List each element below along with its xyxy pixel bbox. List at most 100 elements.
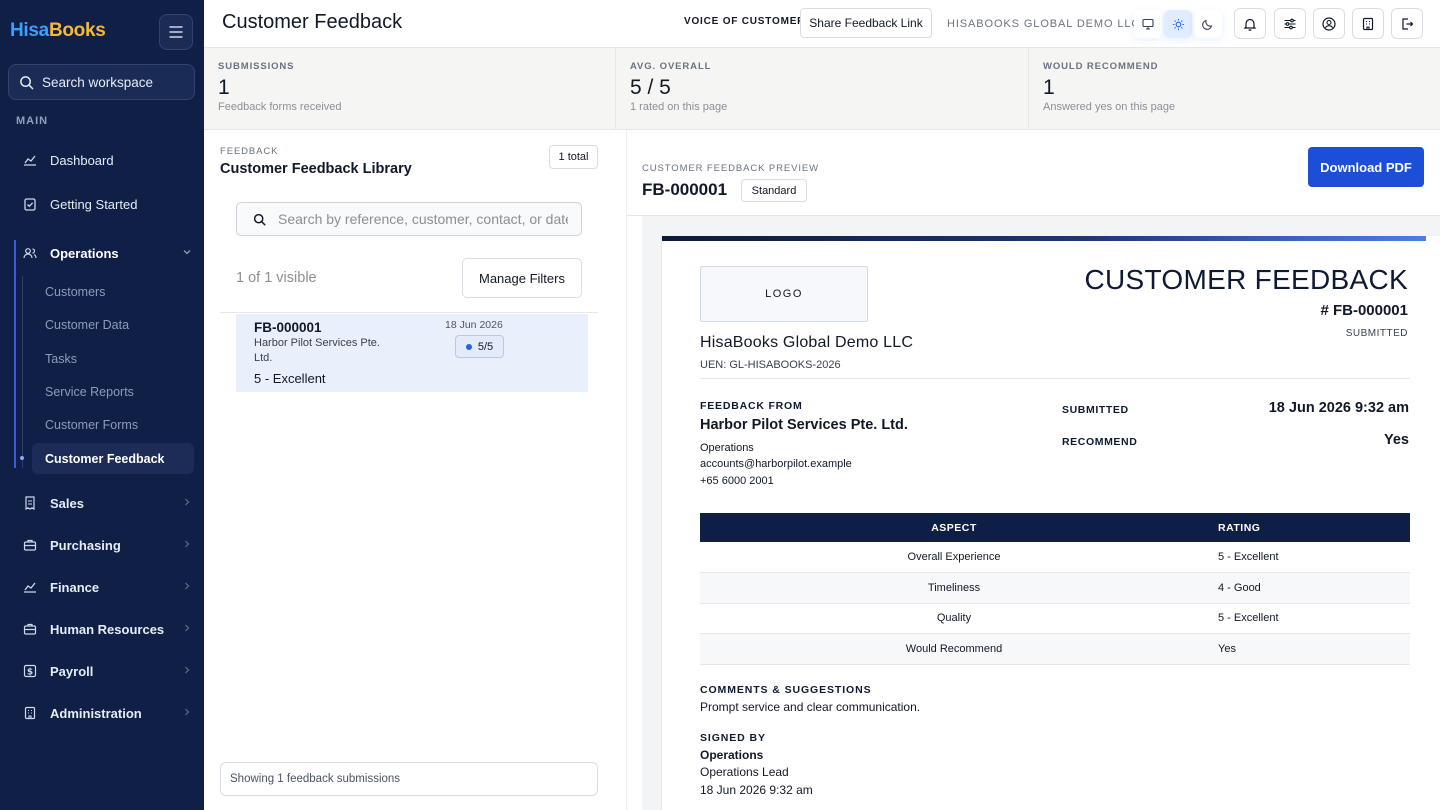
document-uen: UEN: GL-HISABOOKS-2026	[700, 359, 841, 371]
row-rating-pill: 5/5	[455, 335, 504, 358]
sidebar-sub-customers[interactable]: Customers	[45, 285, 105, 299]
preview-kicker: CUSTOMER FEEDBACK PREVIEW	[642, 163, 819, 174]
signed-by-name: Operations	[700, 748, 764, 762]
visible-count: 1 of 1 visible	[236, 270, 317, 286]
settings-sliders-button[interactable]	[1274, 8, 1306, 39]
recommend-label: RECOMMEND	[1062, 436, 1138, 448]
theme-system-button[interactable]	[1134, 10, 1162, 38]
chart-line-icon	[22, 152, 38, 168]
feedback-from-name: Harbor Pilot Services Pte. Ltd.	[700, 417, 908, 433]
share-feedback-link-button[interactable]: Share Feedback Link	[800, 8, 932, 38]
submenu-line	[22, 276, 23, 468]
submitted-label: SUBMITTED	[1062, 404, 1129, 416]
sidebar-item-payroll[interactable]: $ Payroll	[22, 653, 200, 689]
operations-active-indicator	[14, 240, 16, 468]
sidebar-sub-tasks[interactable]: Tasks	[45, 352, 77, 366]
feedback-from-email: accounts@harborpilot.example	[700, 458, 852, 470]
chevron-down-icon	[183, 250, 191, 255]
sidebar-item-finance[interactable]: Finance	[22, 569, 200, 605]
chevron-right-icon	[185, 582, 190, 590]
receipt-icon	[22, 495, 38, 511]
row-customer: Harbor Pilot Services Pte. Ltd.	[254, 337, 380, 364]
feedback-document: LOGO CUSTOMER FEEDBACK # FB-000001 SUBMI…	[661, 236, 1440, 810]
stats-strip: SUBMISSIONS 1 Feedback forms received AV…	[204, 48, 1440, 130]
search-icon	[20, 75, 34, 89]
comments-text: Prompt service and clear communication.	[700, 700, 921, 714]
download-pdf-button[interactable]: Download PDF	[1308, 147, 1424, 187]
document-number: # FB-000001	[1320, 302, 1408, 319]
chevron-right-icon	[185, 708, 190, 716]
table-row: Timeliness 4 - Good	[700, 572, 1410, 604]
sidebar-toggle-button[interactable]	[159, 14, 193, 50]
row-date: 18 Jun 2026	[445, 319, 503, 331]
stat-avg-overall: AVG. OVERALL 5 / 5 1 rated on this page	[630, 61, 728, 113]
chevron-right-icon	[185, 624, 190, 632]
sidebar-item-sales[interactable]: Sales	[22, 485, 200, 521]
total-badge: 1 total	[549, 145, 598, 169]
theme-switcher	[1134, 10, 1222, 38]
sidebar-sub-service-reports[interactable]: Service Reports	[45, 385, 134, 399]
document-status: SUBMITTED	[1345, 328, 1408, 339]
briefcase-icon	[22, 537, 38, 553]
notifications-button[interactable]	[1234, 8, 1266, 39]
sidebar: HisaBooks Search workspace MAIN Dashboar…	[0, 0, 204, 810]
document-heading: CUSTOMER FEEDBACK	[1084, 264, 1408, 295]
company-name: HISABOOKS GLOBAL DEMO LLC	[947, 18, 1141, 30]
signed-by-date: 18 Jun 2026 9:32 am	[700, 783, 813, 797]
building-icon	[22, 705, 38, 721]
sun-icon	[1172, 18, 1184, 30]
sidebar-item-getting-started[interactable]: Getting Started	[22, 186, 200, 222]
theme-dark-button[interactable]	[1194, 10, 1222, 38]
company-button[interactable]	[1352, 8, 1384, 39]
sidebar-item-operations[interactable]: Operations	[22, 235, 200, 271]
top-bar: Customer Feedback VOICE OF CUSTOMER Shar…	[204, 0, 1440, 48]
table-row: Overall Experience 5 - Excellent	[700, 542, 1410, 573]
library-footer: Showing 1 feedback submissions	[220, 762, 598, 796]
section-label-main: MAIN	[16, 115, 49, 127]
sidebar-item-human-resources[interactable]: Human Resources	[22, 611, 200, 647]
document-accent-bar	[662, 236, 1426, 241]
sidebar-item-administration[interactable]: Administration	[22, 695, 200, 731]
sidebar-sub-customer-data[interactable]: Customer Data	[45, 318, 129, 332]
manage-filters-button[interactable]: Manage Filters	[462, 258, 582, 298]
company-logo-placeholder: LOGO	[700, 266, 868, 322]
app-logo[interactable]: HisaBooks	[10, 20, 106, 42]
svg-text:$: $	[27, 668, 33, 678]
user-circle-icon	[1322, 16, 1336, 31]
template-badge: Standard	[741, 179, 807, 202]
document-company: HisaBooks Global Demo LLC	[700, 334, 914, 351]
table-row: Would Recommend Yes	[700, 633, 1410, 665]
sidebar-item-dashboard[interactable]: Dashboard	[22, 142, 200, 178]
feedback-from-label: FEEDBACK FROM	[700, 400, 803, 412]
chart-line-icon	[22, 579, 38, 595]
recommend-value: Yes	[1384, 432, 1409, 448]
library-search[interactable]	[236, 202, 582, 236]
dollar-icon: $	[22, 663, 38, 679]
chevron-right-icon	[185, 666, 190, 674]
chevron-right-icon	[185, 540, 190, 548]
library-title: Customer Feedback Library	[220, 161, 412, 177]
users-icon	[22, 245, 38, 261]
building-icon	[1362, 17, 1374, 30]
feedback-from-dept: Operations	[700, 442, 754, 454]
sidebar-sub-customer-forms[interactable]: Customer Forms	[45, 418, 138, 432]
theme-light-button[interactable]	[1164, 10, 1192, 38]
sidebar-sub-customer-feedback[interactable]: Customer Feedback	[32, 443, 194, 474]
sliders-icon	[1284, 18, 1296, 29]
feedback-from-phone: +65 6000 2001	[700, 475, 774, 487]
profile-button[interactable]	[1313, 8, 1345, 39]
panel-divider	[626, 130, 627, 810]
logout-button[interactable]	[1391, 8, 1423, 39]
moon-icon	[1202, 19, 1213, 30]
rating-dot-icon	[465, 343, 472, 350]
table-header-rating: RATING	[1208, 513, 1410, 542]
sidebar-item-purchasing[interactable]: Purchasing	[22, 527, 200, 563]
library-search-input[interactable]	[278, 211, 568, 227]
feedback-row[interactable]: FB-000001 Harbor Pilot Services Pte. Ltd…	[236, 314, 588, 392]
logout-icon	[1402, 17, 1414, 30]
comments-label: COMMENTS & SUGGESTIONS	[700, 684, 872, 696]
rating-table: ASPECT RATING Overall Experience 5 - Exc…	[700, 513, 1410, 665]
document-divider	[700, 378, 1410, 379]
signed-by-label: SIGNED BY	[700, 732, 766, 744]
workspace-search[interactable]: Search workspace	[8, 64, 195, 100]
